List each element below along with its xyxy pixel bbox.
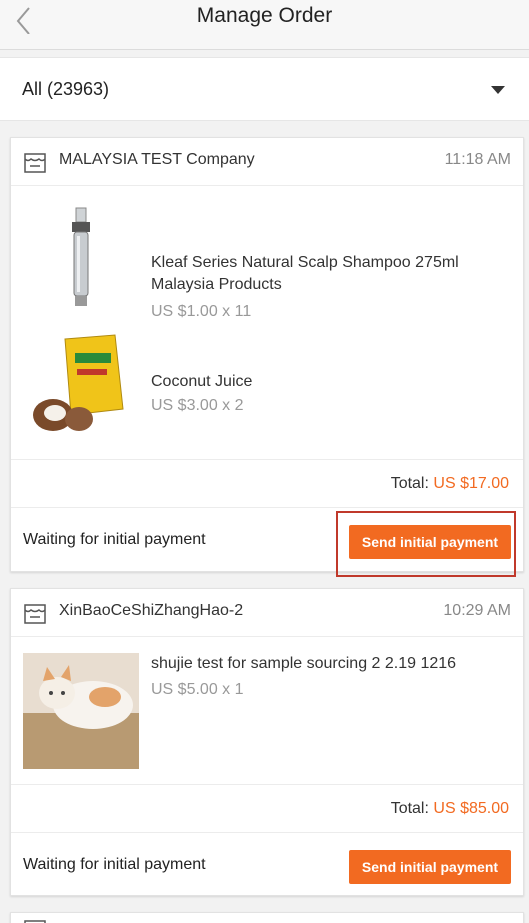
- product-price: US $3.00 x 2: [151, 397, 244, 414]
- order-card-header: MALAYSIA TEST Company 11:18 AM: [11, 138, 523, 186]
- total-label: Total:: [390, 800, 429, 817]
- send-initial-payment-button[interactable]: Send initial payment: [349, 850, 511, 884]
- store-icon: [24, 604, 46, 624]
- product-image-cat: [23, 653, 139, 769]
- filter-selected-value: All (23963): [22, 79, 110, 99]
- order-status-row: Waiting for initial payment Send initial…: [11, 508, 523, 571]
- order-status: Waiting for initial payment: [23, 856, 206, 873]
- total-amount: US $17.00: [433, 475, 509, 492]
- order-time: 11:18 AM: [444, 151, 511, 168]
- product-item[interactable]: Kleaf Series Natural Scalp Shampoo 275ml…: [11, 186, 523, 320]
- product-list: Kleaf Series Natural Scalp Shampoo 275ml…: [11, 186, 523, 460]
- product-price: US $5.00 x 1: [151, 681, 244, 698]
- chevron-down-icon: [491, 86, 505, 94]
- store-icon: [24, 153, 46, 173]
- total-label: Total:: [390, 475, 429, 492]
- order-card: MALAYSIA TEST Company 11:18 AM Kleaf Ser…: [10, 137, 524, 572]
- order-status: Waiting for initial payment: [23, 531, 206, 548]
- product-list: shujie test for sample sourcing 2 2.19 1…: [11, 637, 523, 785]
- company-name[interactable]: MALAYSIA TEST Company: [59, 151, 255, 169]
- product-image-shampoo: [23, 200, 139, 316]
- product-image-coconut-juice: [23, 325, 139, 441]
- order-card-header: XinBaoCeShiZhangHao-2 10:29 AM: [11, 589, 523, 637]
- product-item[interactable]: shujie test for sample sourcing 2 2.19 1…: [11, 637, 523, 785]
- product-item[interactable]: Coconut Juice US $3.00 x 2: [11, 311, 523, 460]
- product-name: Kleaf Series Natural Scalp Shampoo 275ml…: [151, 254, 459, 293]
- order-total-row: Total: US $17.00: [11, 460, 523, 508]
- product-name: shujie test for sample sourcing 2 2.19 1…: [151, 655, 457, 672]
- page-title: Manage Order: [196, 4, 333, 27]
- product-name: Coconut Juice: [151, 373, 253, 390]
- order-total: Total: US $85.00: [391, 800, 509, 818]
- order-card: XinBaoCeShiZhangHao-2 10:29 AM shujie te…: [10, 588, 524, 896]
- order-total-row: Total: US $85.00: [11, 785, 523, 833]
- navigation-bar: Manage Order: [0, 0, 529, 50]
- order-total: Total: US $17.00: [391, 475, 509, 493]
- send-initial-payment-button[interactable]: Send initial payment: [349, 525, 511, 559]
- total-amount: US $85.00: [433, 800, 509, 817]
- order-card: [10, 912, 524, 923]
- company-name[interactable]: XinBaoCeShiZhangHao-2: [59, 602, 243, 620]
- order-time: 10:29 AM: [443, 602, 511, 619]
- order-status-row: Waiting for initial payment Send initial…: [11, 833, 523, 896]
- order-filter-dropdown[interactable]: All (23963): [0, 57, 529, 121]
- store-icon: [24, 920, 46, 923]
